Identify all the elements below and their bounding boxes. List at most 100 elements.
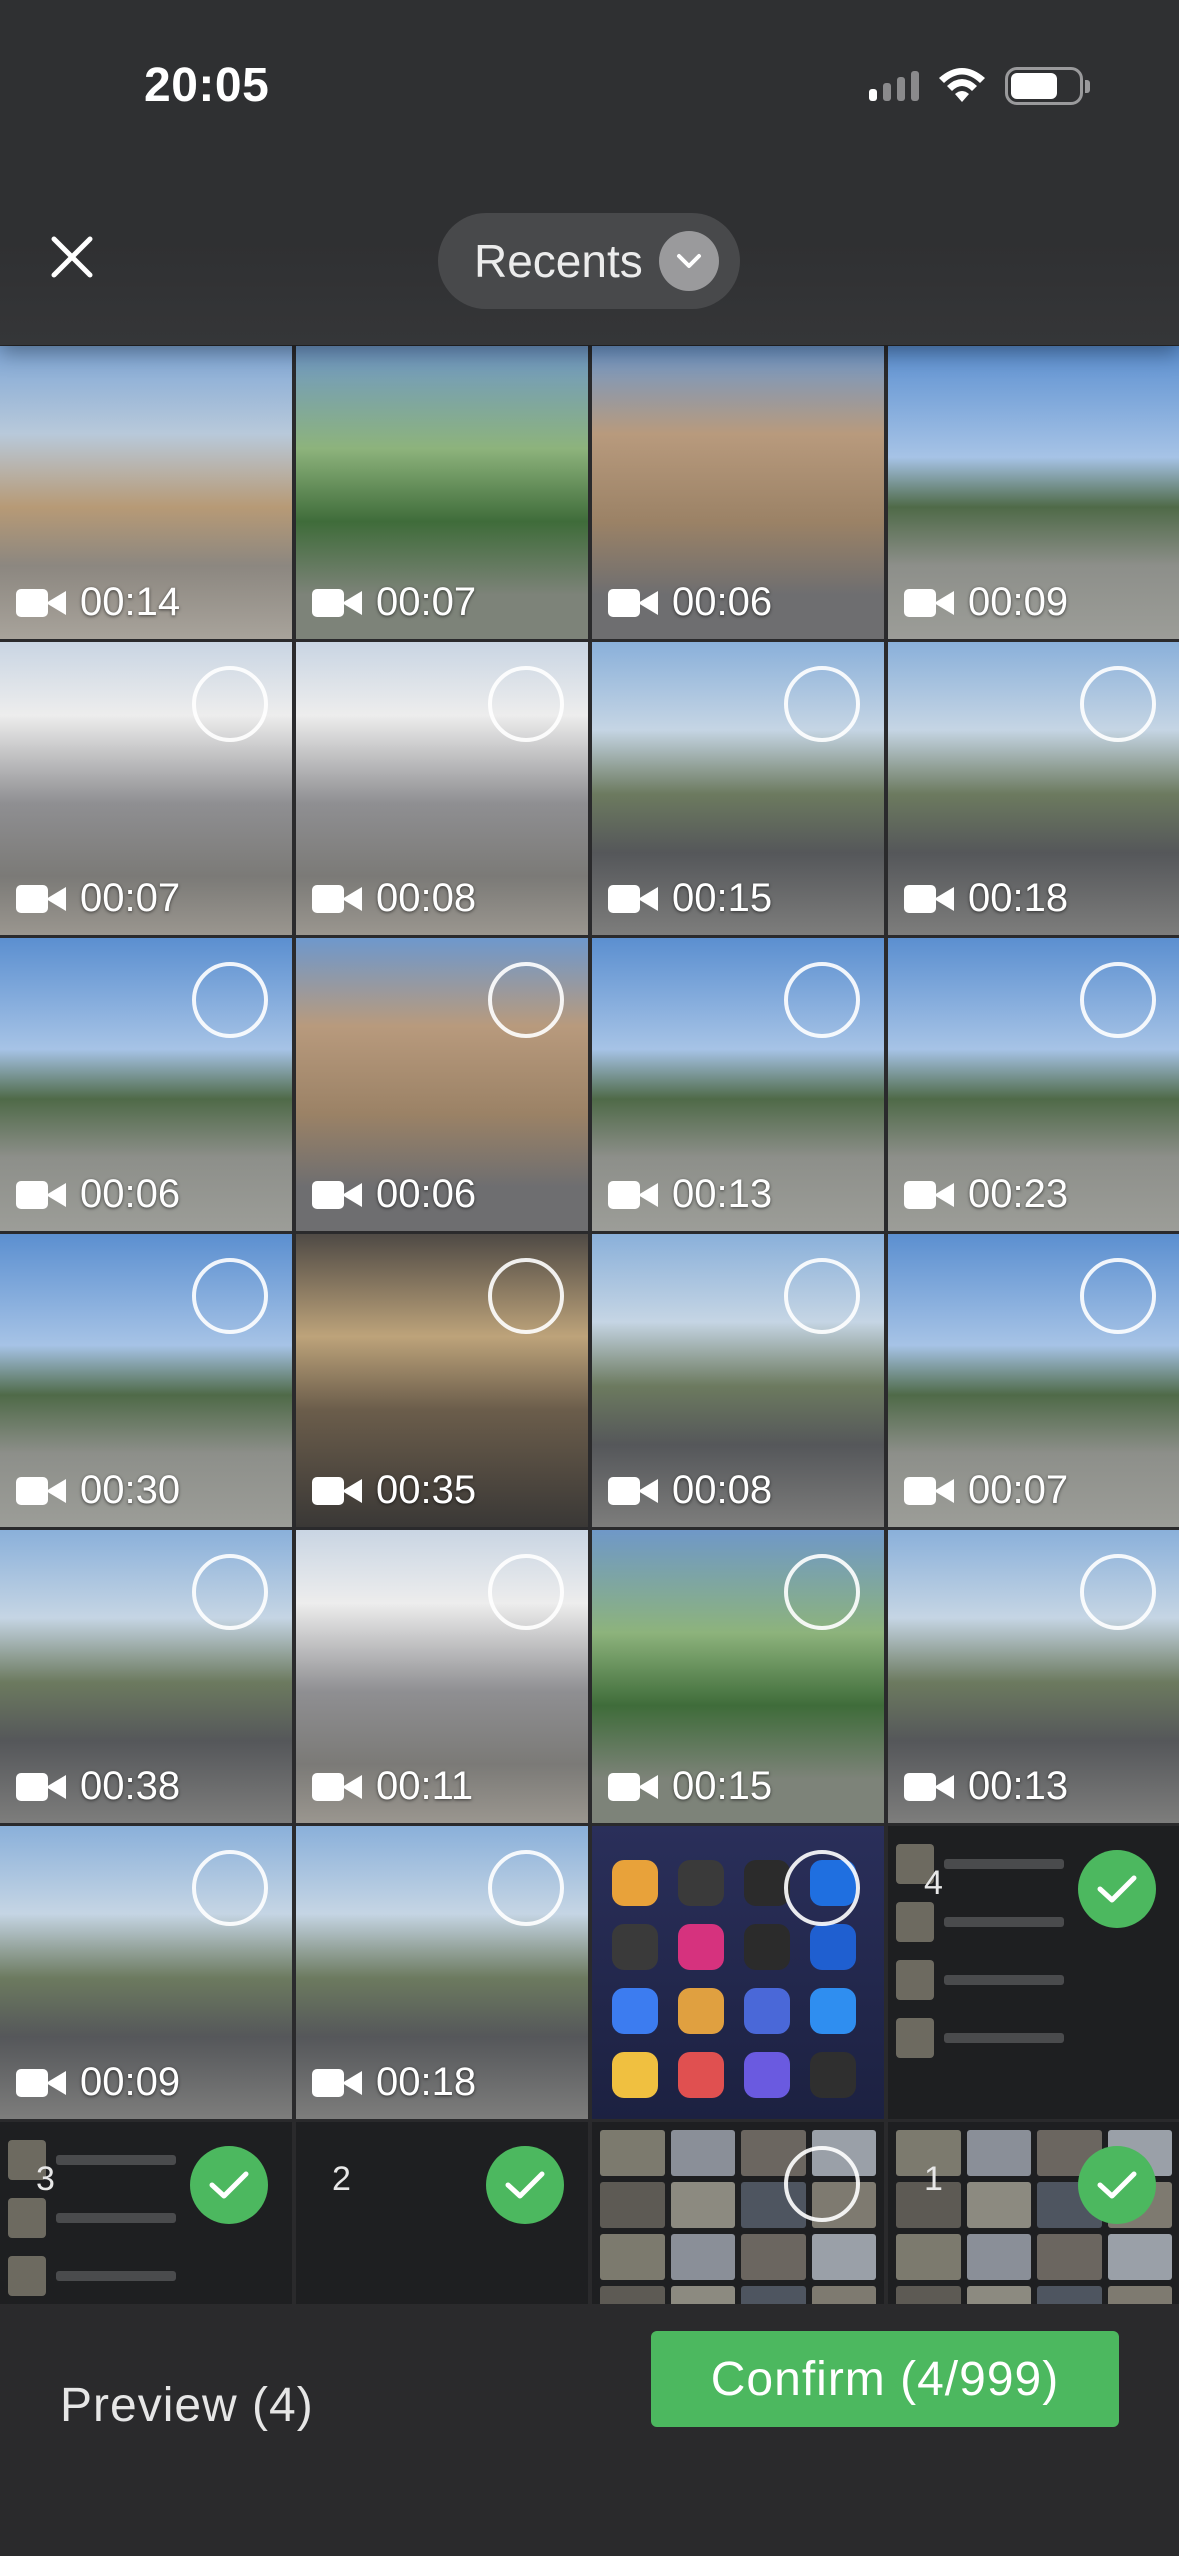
video-duration: 00:06 bbox=[16, 1172, 180, 1217]
video-duration: 00:06 bbox=[608, 580, 772, 625]
video-duration: 00:11 bbox=[312, 1764, 473, 1809]
media-tile[interactable]: 00:15 bbox=[592, 1530, 884, 1823]
media-tile[interactable]: 00:15 bbox=[592, 642, 884, 935]
selection-order: 2 bbox=[332, 2160, 351, 2198]
duration-label: 00:15 bbox=[672, 1764, 773, 1808]
video-camera-icon bbox=[16, 1179, 66, 1211]
select-circle[interactable] bbox=[192, 1258, 268, 1334]
duration-label: 00:18 bbox=[968, 876, 1069, 920]
video-camera-icon bbox=[904, 1179, 954, 1211]
duration-label: 00:38 bbox=[80, 1764, 181, 1808]
select-circle[interactable] bbox=[1080, 666, 1156, 742]
video-camera-icon bbox=[608, 1771, 658, 1803]
video-duration: 00:13 bbox=[608, 1172, 772, 1217]
duration-label: 00:11 bbox=[376, 1764, 474, 1808]
media-tile[interactable]: 00:06 bbox=[592, 346, 884, 639]
duration-label: 00:08 bbox=[672, 1468, 773, 1512]
media-tile[interactable]: 00:35 bbox=[296, 1234, 588, 1527]
video-camera-icon bbox=[904, 1771, 954, 1803]
video-camera-icon bbox=[608, 883, 658, 915]
video-camera-icon bbox=[16, 883, 66, 915]
select-circle[interactable] bbox=[784, 666, 860, 742]
select-circle[interactable] bbox=[784, 1258, 860, 1334]
video-duration: 00:30 bbox=[16, 1468, 180, 1513]
video-camera-icon bbox=[16, 587, 66, 619]
media-tile[interactable]: 00:30 bbox=[0, 1234, 292, 1527]
media-tile[interactable]: 00:38 bbox=[0, 1530, 292, 1823]
video-camera-icon bbox=[312, 587, 362, 619]
media-tile[interactable]: 00:06 bbox=[0, 938, 292, 1231]
status-time: 20:05 bbox=[144, 59, 270, 112]
select-circle[interactable] bbox=[488, 666, 564, 742]
media-tile[interactable]: 00:09 bbox=[0, 1826, 292, 2119]
checkmark-icon[interactable] bbox=[1078, 1850, 1156, 1928]
select-circle[interactable] bbox=[1080, 1554, 1156, 1630]
close-button[interactable] bbox=[40, 225, 104, 289]
media-tile[interactable]: 4 bbox=[888, 1826, 1179, 2119]
bottom-bar: Preview (4) Confirm (4/999) bbox=[0, 2304, 1179, 2556]
select-circle[interactable] bbox=[784, 962, 860, 1038]
video-duration: 00:23 bbox=[904, 1172, 1068, 1217]
duration-label: 00:07 bbox=[80, 876, 181, 920]
video-duration: 00:13 bbox=[904, 1764, 1068, 1809]
duration-label: 00:35 bbox=[376, 1468, 477, 1512]
media-tile[interactable]: 00:18 bbox=[296, 1826, 588, 2119]
video-camera-icon bbox=[608, 1475, 658, 1507]
duration-label: 00:06 bbox=[376, 1172, 477, 1216]
duration-label: 00:06 bbox=[80, 1172, 181, 1216]
select-circle[interactable] bbox=[488, 962, 564, 1038]
duration-label: 00:23 bbox=[968, 1172, 1069, 1216]
select-circle[interactable] bbox=[784, 1554, 860, 1630]
status-icons bbox=[869, 66, 1090, 106]
album-selector[interactable]: Recents bbox=[438, 213, 740, 309]
media-tile[interactable]: 00:11 bbox=[296, 1530, 588, 1823]
media-tile[interactable]: 00:23 bbox=[888, 938, 1179, 1231]
media-tile[interactable] bbox=[592, 1826, 884, 2119]
select-circle[interactable] bbox=[1080, 962, 1156, 1038]
video-duration: 00:08 bbox=[312, 876, 476, 921]
media-tile[interactable]: 00:13 bbox=[592, 938, 884, 1231]
select-circle[interactable] bbox=[192, 962, 268, 1038]
media-tile[interactable]: 00:13 bbox=[888, 1530, 1179, 1823]
video-duration: 00:06 bbox=[312, 1172, 476, 1217]
video-camera-icon bbox=[16, 1771, 66, 1803]
checkmark-icon[interactable] bbox=[486, 2146, 564, 2224]
media-tile[interactable]: 00:08 bbox=[592, 1234, 884, 1527]
select-circle[interactable] bbox=[1080, 1258, 1156, 1334]
video-duration: 00:18 bbox=[904, 876, 1068, 921]
preview-button[interactable]: Preview (4) bbox=[60, 2378, 314, 2433]
select-circle[interactable] bbox=[192, 666, 268, 742]
duration-label: 00:07 bbox=[968, 1468, 1069, 1512]
media-tile[interactable]: 00:07 bbox=[888, 1234, 1179, 1527]
duration-label: 00:18 bbox=[376, 2060, 477, 2104]
video-duration: 00:07 bbox=[16, 876, 180, 921]
duration-label: 00:09 bbox=[80, 2060, 181, 2104]
media-tile[interactable]: 00:08 bbox=[296, 642, 588, 935]
video-duration: 00:09 bbox=[904, 580, 1068, 625]
duration-label: 00:15 bbox=[672, 876, 773, 920]
media-tile[interactable]: 00:06 bbox=[296, 938, 588, 1231]
select-circle[interactable] bbox=[192, 1850, 268, 1926]
media-tile[interactable]: 00:09 bbox=[888, 346, 1179, 639]
checkmark-icon[interactable] bbox=[1078, 2146, 1156, 2224]
select-circle[interactable] bbox=[784, 1850, 860, 1926]
select-circle[interactable] bbox=[192, 1554, 268, 1630]
close-icon bbox=[51, 236, 93, 278]
video-camera-icon bbox=[312, 2067, 362, 2099]
video-duration: 00:09 bbox=[16, 2060, 180, 2105]
media-tile[interactable]: 00:18 bbox=[888, 642, 1179, 935]
select-circle[interactable] bbox=[488, 1258, 564, 1334]
media-tile[interactable]: 00:14 bbox=[0, 346, 292, 639]
video-duration: 00:07 bbox=[312, 580, 476, 625]
media-tile[interactable]: 00:07 bbox=[0, 642, 292, 935]
select-circle[interactable] bbox=[784, 2146, 860, 2222]
select-circle[interactable] bbox=[488, 1850, 564, 1926]
duration-label: 00:07 bbox=[376, 580, 477, 624]
media-tile[interactable]: 00:07 bbox=[296, 346, 588, 639]
battery-icon bbox=[1005, 67, 1090, 105]
confirm-button[interactable]: Confirm (4/999) bbox=[651, 2331, 1119, 2427]
duration-label: 00:13 bbox=[672, 1172, 773, 1216]
video-duration: 00:08 bbox=[608, 1468, 772, 1513]
checkmark-icon[interactable] bbox=[190, 2146, 268, 2224]
select-circle[interactable] bbox=[488, 1554, 564, 1630]
